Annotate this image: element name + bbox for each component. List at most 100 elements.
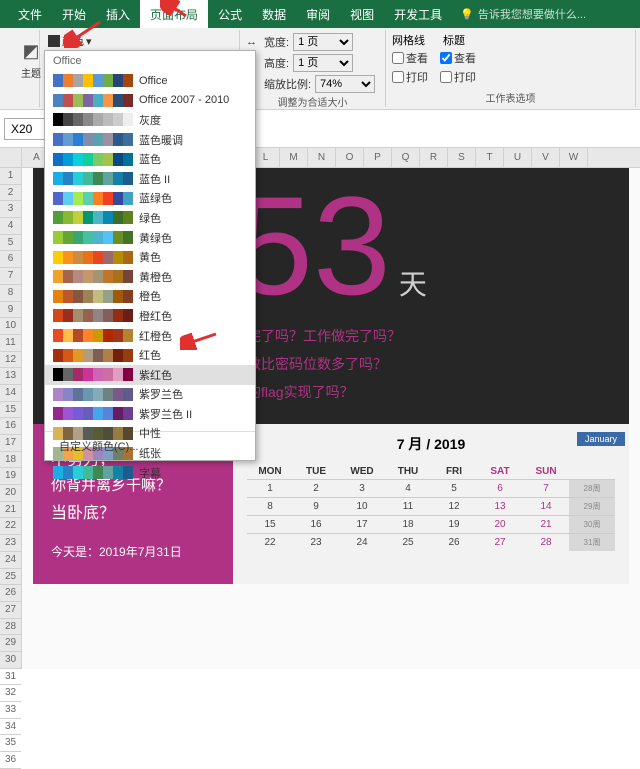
calendar-day[interactable]: 15 bbox=[247, 515, 293, 533]
row-header[interactable]: 1 bbox=[0, 168, 21, 185]
calendar-day[interactable]: 7 bbox=[523, 479, 569, 497]
calendar-day[interactable]: 25 bbox=[385, 533, 431, 551]
calendar-day[interactable]: 12 bbox=[431, 497, 477, 515]
row-header[interactable]: 22 bbox=[0, 518, 21, 535]
calendar-day[interactable]: 11 bbox=[385, 497, 431, 515]
row-header[interactable]: 30 bbox=[0, 652, 21, 669]
tell-me-search[interactable]: 💡告诉我您想要做什么... bbox=[460, 6, 586, 22]
col-header[interactable]: L bbox=[252, 148, 280, 167]
month-tab[interactable]: January bbox=[577, 432, 625, 446]
calendar-day[interactable]: 9 bbox=[293, 497, 339, 515]
theme-item[interactable]: Office 2007 - 2010 bbox=[45, 91, 255, 111]
calendar-day[interactable]: 31周 bbox=[569, 533, 615, 551]
tab-6[interactable]: 审阅 bbox=[296, 0, 340, 28]
calendar-day[interactable]: 29周 bbox=[569, 497, 615, 515]
row-header[interactable]: 17 bbox=[0, 435, 21, 452]
theme-item[interactable]: 橙色 bbox=[45, 287, 255, 307]
col-header[interactable]: P bbox=[364, 148, 392, 167]
row-header[interactable]: 9 bbox=[0, 302, 21, 319]
row-header[interactable]: 29 bbox=[0, 635, 21, 652]
theme-item[interactable]: 紫罗兰色 II bbox=[45, 404, 255, 424]
row-header[interactable]: 7 bbox=[0, 268, 21, 285]
theme-item[interactable]: 灰度 bbox=[45, 110, 255, 130]
row-header[interactable]: 10 bbox=[0, 318, 21, 335]
calendar-day[interactable]: 17 bbox=[339, 515, 385, 533]
theme-item[interactable]: 红色 bbox=[45, 345, 255, 365]
calendar-day[interactable]: 28周 bbox=[569, 479, 615, 497]
row-header[interactable]: 16 bbox=[0, 418, 21, 435]
calendar-day[interactable]: 28 bbox=[523, 533, 569, 551]
theme-item[interactable]: 蓝色暖调 bbox=[45, 130, 255, 150]
col-header[interactable]: N bbox=[308, 148, 336, 167]
theme-item[interactable]: 红橙色 bbox=[45, 326, 255, 346]
col-header[interactable]: Q bbox=[392, 148, 420, 167]
row-header[interactable]: 28 bbox=[0, 619, 21, 636]
gridlines-view-checkbox[interactable]: 查看 bbox=[392, 49, 428, 67]
calendar-day[interactable]: 5 bbox=[431, 479, 477, 497]
row-header[interactable]: 20 bbox=[0, 485, 21, 502]
row-header[interactable]: 8 bbox=[0, 285, 21, 302]
calendar-day[interactable]: 6 bbox=[477, 479, 523, 497]
calendar-day[interactable]: 2 bbox=[293, 479, 339, 497]
headings-view-checkbox[interactable]: 查看 bbox=[440, 49, 476, 67]
tab-5[interactable]: 数据 bbox=[252, 0, 296, 28]
row-header[interactable]: 5 bbox=[0, 235, 21, 252]
row-header[interactable]: 34 bbox=[0, 719, 21, 736]
colors-dropdown[interactable]: 颜色▾ bbox=[46, 32, 233, 50]
theme-item[interactable]: 蓝色 bbox=[45, 149, 255, 169]
calendar-day[interactable]: 13 bbox=[477, 497, 523, 515]
col-header[interactable]: V bbox=[532, 148, 560, 167]
row-header[interactable]: 19 bbox=[0, 468, 21, 485]
tab-3[interactable]: 页面布局 bbox=[140, 0, 208, 28]
theme-item[interactable]: 橙红色 bbox=[45, 306, 255, 326]
tab-1[interactable]: 开始 bbox=[52, 0, 96, 28]
calendar-day[interactable]: 10 bbox=[339, 497, 385, 515]
row-header[interactable]: 4 bbox=[0, 218, 21, 235]
theme-item[interactable]: 黄绿色 bbox=[45, 228, 255, 248]
calendar-day[interactable]: 4 bbox=[385, 479, 431, 497]
row-header[interactable]: 23 bbox=[0, 535, 21, 552]
calendar-day[interactable]: 23 bbox=[293, 533, 339, 551]
calendar-day[interactable]: 16 bbox=[293, 515, 339, 533]
row-header[interactable]: 32 bbox=[0, 685, 21, 702]
theme-item[interactable]: 字幕 bbox=[45, 463, 255, 483]
row-header[interactable]: 15 bbox=[0, 402, 21, 419]
col-header[interactable]: S bbox=[448, 148, 476, 167]
tab-8[interactable]: 开发工具 bbox=[384, 0, 452, 28]
calendar-day[interactable]: 19 bbox=[431, 515, 477, 533]
row-header[interactable]: 31 bbox=[0, 669, 21, 686]
calendar-day[interactable]: 20 bbox=[477, 515, 523, 533]
select-all-triangle[interactable] bbox=[0, 148, 22, 167]
row-header[interactable]: 35 bbox=[0, 735, 21, 752]
row-header[interactable]: 12 bbox=[0, 352, 21, 369]
row-header[interactable]: 2 bbox=[0, 185, 21, 202]
row-header[interactable]: 6 bbox=[0, 251, 21, 268]
tab-0[interactable]: 文件 bbox=[8, 0, 52, 28]
col-header[interactable]: O bbox=[336, 148, 364, 167]
col-header[interactable]: U bbox=[504, 148, 532, 167]
col-header[interactable]: R bbox=[420, 148, 448, 167]
row-header[interactable]: 36 bbox=[0, 752, 21, 769]
tab-4[interactable]: 公式 bbox=[208, 0, 252, 28]
col-header[interactable]: W bbox=[560, 148, 588, 167]
row-header[interactable]: 11 bbox=[0, 335, 21, 352]
row-header[interactable]: 14 bbox=[0, 385, 21, 402]
tab-2[interactable]: 插入 bbox=[96, 0, 140, 28]
headings-print-checkbox[interactable]: 打印 bbox=[440, 68, 476, 86]
theme-item[interactable]: Office bbox=[45, 71, 255, 91]
theme-item[interactable]: 黄色 bbox=[45, 247, 255, 267]
col-header[interactable]: M bbox=[280, 148, 308, 167]
row-header[interactable]: 33 bbox=[0, 702, 21, 719]
theme-item[interactable]: 紫红色 bbox=[45, 365, 255, 385]
row-header[interactable]: 21 bbox=[0, 502, 21, 519]
calendar-day[interactable]: 27 bbox=[477, 533, 523, 551]
calendar-day[interactable]: 24 bbox=[339, 533, 385, 551]
width-select[interactable]: 1 页 bbox=[293, 33, 353, 51]
calendar-day[interactable]: 3 bbox=[339, 479, 385, 497]
row-header[interactable]: 25 bbox=[0, 569, 21, 586]
row-header[interactable]: 18 bbox=[0, 452, 21, 469]
theme-item[interactable]: 绿色 bbox=[45, 208, 255, 228]
height-select[interactable]: 1 页 bbox=[293, 54, 353, 72]
calendar-day[interactable]: 26 bbox=[431, 533, 477, 551]
row-header[interactable]: 13 bbox=[0, 368, 21, 385]
